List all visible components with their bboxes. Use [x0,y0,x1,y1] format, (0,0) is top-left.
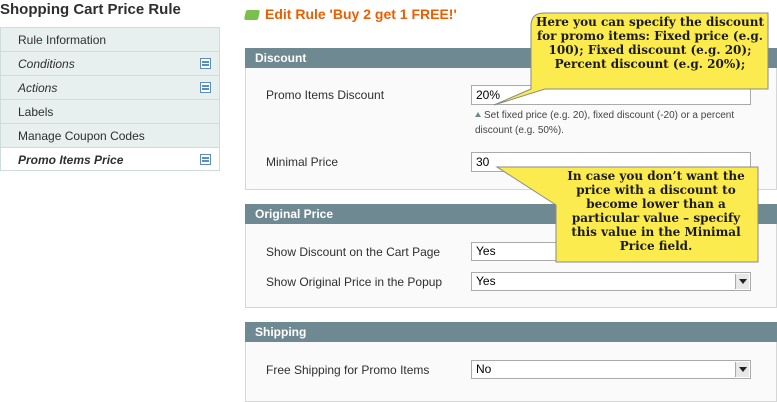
promo-items-discount-label: Promo Items Discount [266,88,385,102]
select-value: Yes [476,244,496,258]
tab-label: Promo Items Price [18,153,124,167]
tab-manage-coupon-codes[interactable]: Manage Coupon Codes [0,123,220,147]
sidebar-tabs: Rule Information Conditions Actions Labe… [0,27,220,171]
tab-promo-items-price[interactable]: Promo Items Price [0,147,220,171]
sidebar: Shopping Cart Price Rule Rule Informatio… [0,0,220,402]
promo-discount-note: Set fixed price (e.g. 20), fixed discoun… [475,108,755,138]
tab-label: Actions [18,81,58,95]
dropdown-arrow-icon[interactable] [735,274,749,289]
free-shipping-label: Free Shipping for Promo Items [266,363,430,377]
tab-label: Rule Information [18,33,107,47]
show-original-price-popup-select[interactable]: Yes [471,272,751,291]
promo-items-discount-input[interactable] [471,85,751,105]
callout-bottom-text: In case you don’t want the price with a … [567,169,745,253]
page-title: Edit Rule 'Buy 2 get 1 FREE!' [243,6,457,26]
changed-tab-icon [200,82,211,93]
free-shipping-select[interactable]: No [471,360,751,379]
tab-conditions[interactable]: Conditions [0,51,220,75]
dropdown-arrow-icon[interactable] [735,362,749,377]
tab-label: Manage Coupon Codes [18,129,145,143]
show-discount-cart-label: Show Discount on the Cart Page [266,245,441,259]
minimal-price-label: Minimal Price [266,155,339,169]
sidebar-title: Shopping Cart Price Rule [0,1,181,18]
callout-top-text: Here you can specify the discount for pr… [535,15,765,71]
tab-label: Labels [18,105,54,119]
tab-labels[interactable]: Labels [0,99,220,123]
show-original-price-popup-label: Show Original Price in the Popup [266,275,443,289]
changed-tab-icon [200,154,211,165]
tab-actions[interactable]: Actions [0,75,220,99]
changed-tab-icon [200,58,211,69]
select-value: No [476,362,492,376]
shipping-section-header: Shipping [245,322,777,342]
note-text: Set fixed price (e.g. 20), fixed discoun… [475,110,735,136]
page-title-text: Edit Rule 'Buy 2 get 1 FREE!' [265,6,457,22]
edit-rule-icon [243,10,261,20]
select-value: Yes [476,274,496,288]
tab-label: Conditions [18,57,75,71]
note-arrow-icon [475,112,481,117]
tab-rule-information[interactable]: Rule Information [0,27,220,51]
